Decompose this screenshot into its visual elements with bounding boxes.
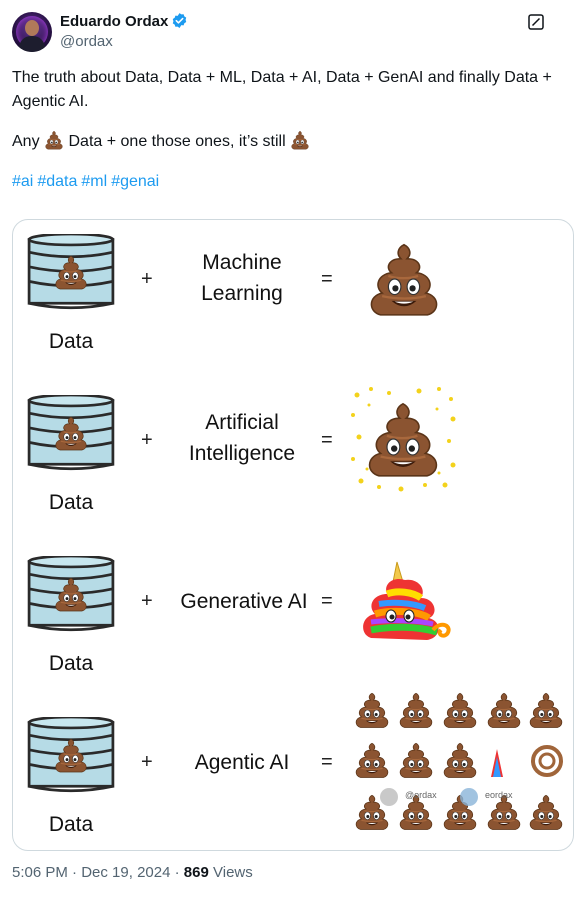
watermark-handle-2: eordax xyxy=(485,790,513,800)
views-label: Views xyxy=(213,864,253,881)
equals-sign: = xyxy=(321,429,333,451)
database-icon xyxy=(27,556,115,632)
data-label: Data xyxy=(48,813,94,836)
hashtag-link[interactable]: #genai xyxy=(111,173,159,190)
term-label: Generative AI xyxy=(180,590,308,613)
poop-emoji-icon xyxy=(291,130,309,150)
media-card[interactable]: Data + Machine Learning = Data + Artific… xyxy=(12,219,574,851)
hashtags: #ai #data #ml #genai xyxy=(12,170,552,194)
many-poops-grid: @ordax eordax xyxy=(351,689,565,835)
post-line-1: The truth about Data, Data + ML, Data + … xyxy=(12,69,552,110)
poop-emoji-icon xyxy=(45,130,63,150)
post-meta: 5:06 PM · Dec 19, 2024 · 869 Views xyxy=(12,864,253,881)
hashtag-link[interactable]: #ai xyxy=(12,173,33,190)
data-label: Data xyxy=(48,491,94,514)
database-icon xyxy=(27,234,115,310)
term-label: Agentic AI xyxy=(194,751,290,774)
grok-icon[interactable] xyxy=(528,14,544,30)
verified-badge-icon xyxy=(173,13,187,28)
database-icon xyxy=(27,717,115,793)
equals-sign: = xyxy=(321,268,333,290)
hashtag-link[interactable]: #data xyxy=(37,173,77,190)
equation-row-genai: Data + Generative AI = xyxy=(13,542,573,702)
term-label: Artificial Intelligence xyxy=(188,411,296,465)
plus-sign: + xyxy=(141,751,153,773)
data-label: Data xyxy=(48,652,94,675)
plus-sign: + xyxy=(141,429,153,451)
equation-row-agentic: Data + Agentic AI = @ordax eordax xyxy=(13,692,573,850)
equals-sign: = xyxy=(321,751,333,773)
post-header: Eduardo Ordax @ordax xyxy=(12,10,564,54)
plus-sign: + xyxy=(141,590,153,612)
hashtag-link[interactable]: #ml xyxy=(81,173,107,190)
database-icon xyxy=(27,395,115,471)
poop-emoji-icon xyxy=(370,243,438,317)
equation-row-ml: Data + Machine Learning = xyxy=(13,220,573,380)
post-date[interactable]: Dec 19, 2024 xyxy=(81,864,170,881)
equals-sign: = xyxy=(321,590,333,612)
sparkly-poop-icon xyxy=(351,387,456,492)
views-count: 869 xyxy=(183,864,209,881)
plus-sign: + xyxy=(141,268,153,290)
author-handle[interactable]: @ordax xyxy=(60,33,113,50)
rainbow-unicorn-poop-icon xyxy=(363,561,451,640)
data-label: Data xyxy=(48,330,94,353)
author-avatar[interactable] xyxy=(12,12,52,52)
post-text: The truth about Data, Data + ML, Data + … xyxy=(12,66,552,210)
post-line-2: Any Data + one those ones, it’s still xyxy=(12,130,552,154)
author-name[interactable]: Eduardo Ordax xyxy=(60,12,188,30)
equation-row-ai: Data + Artificial Intelligence = xyxy=(13,381,573,541)
term-label: Machine Learning xyxy=(201,251,283,305)
watermark-handle: @ordax xyxy=(405,790,437,800)
post-time[interactable]: 5:06 PM xyxy=(12,864,68,881)
poop-grid-icon xyxy=(355,692,563,831)
